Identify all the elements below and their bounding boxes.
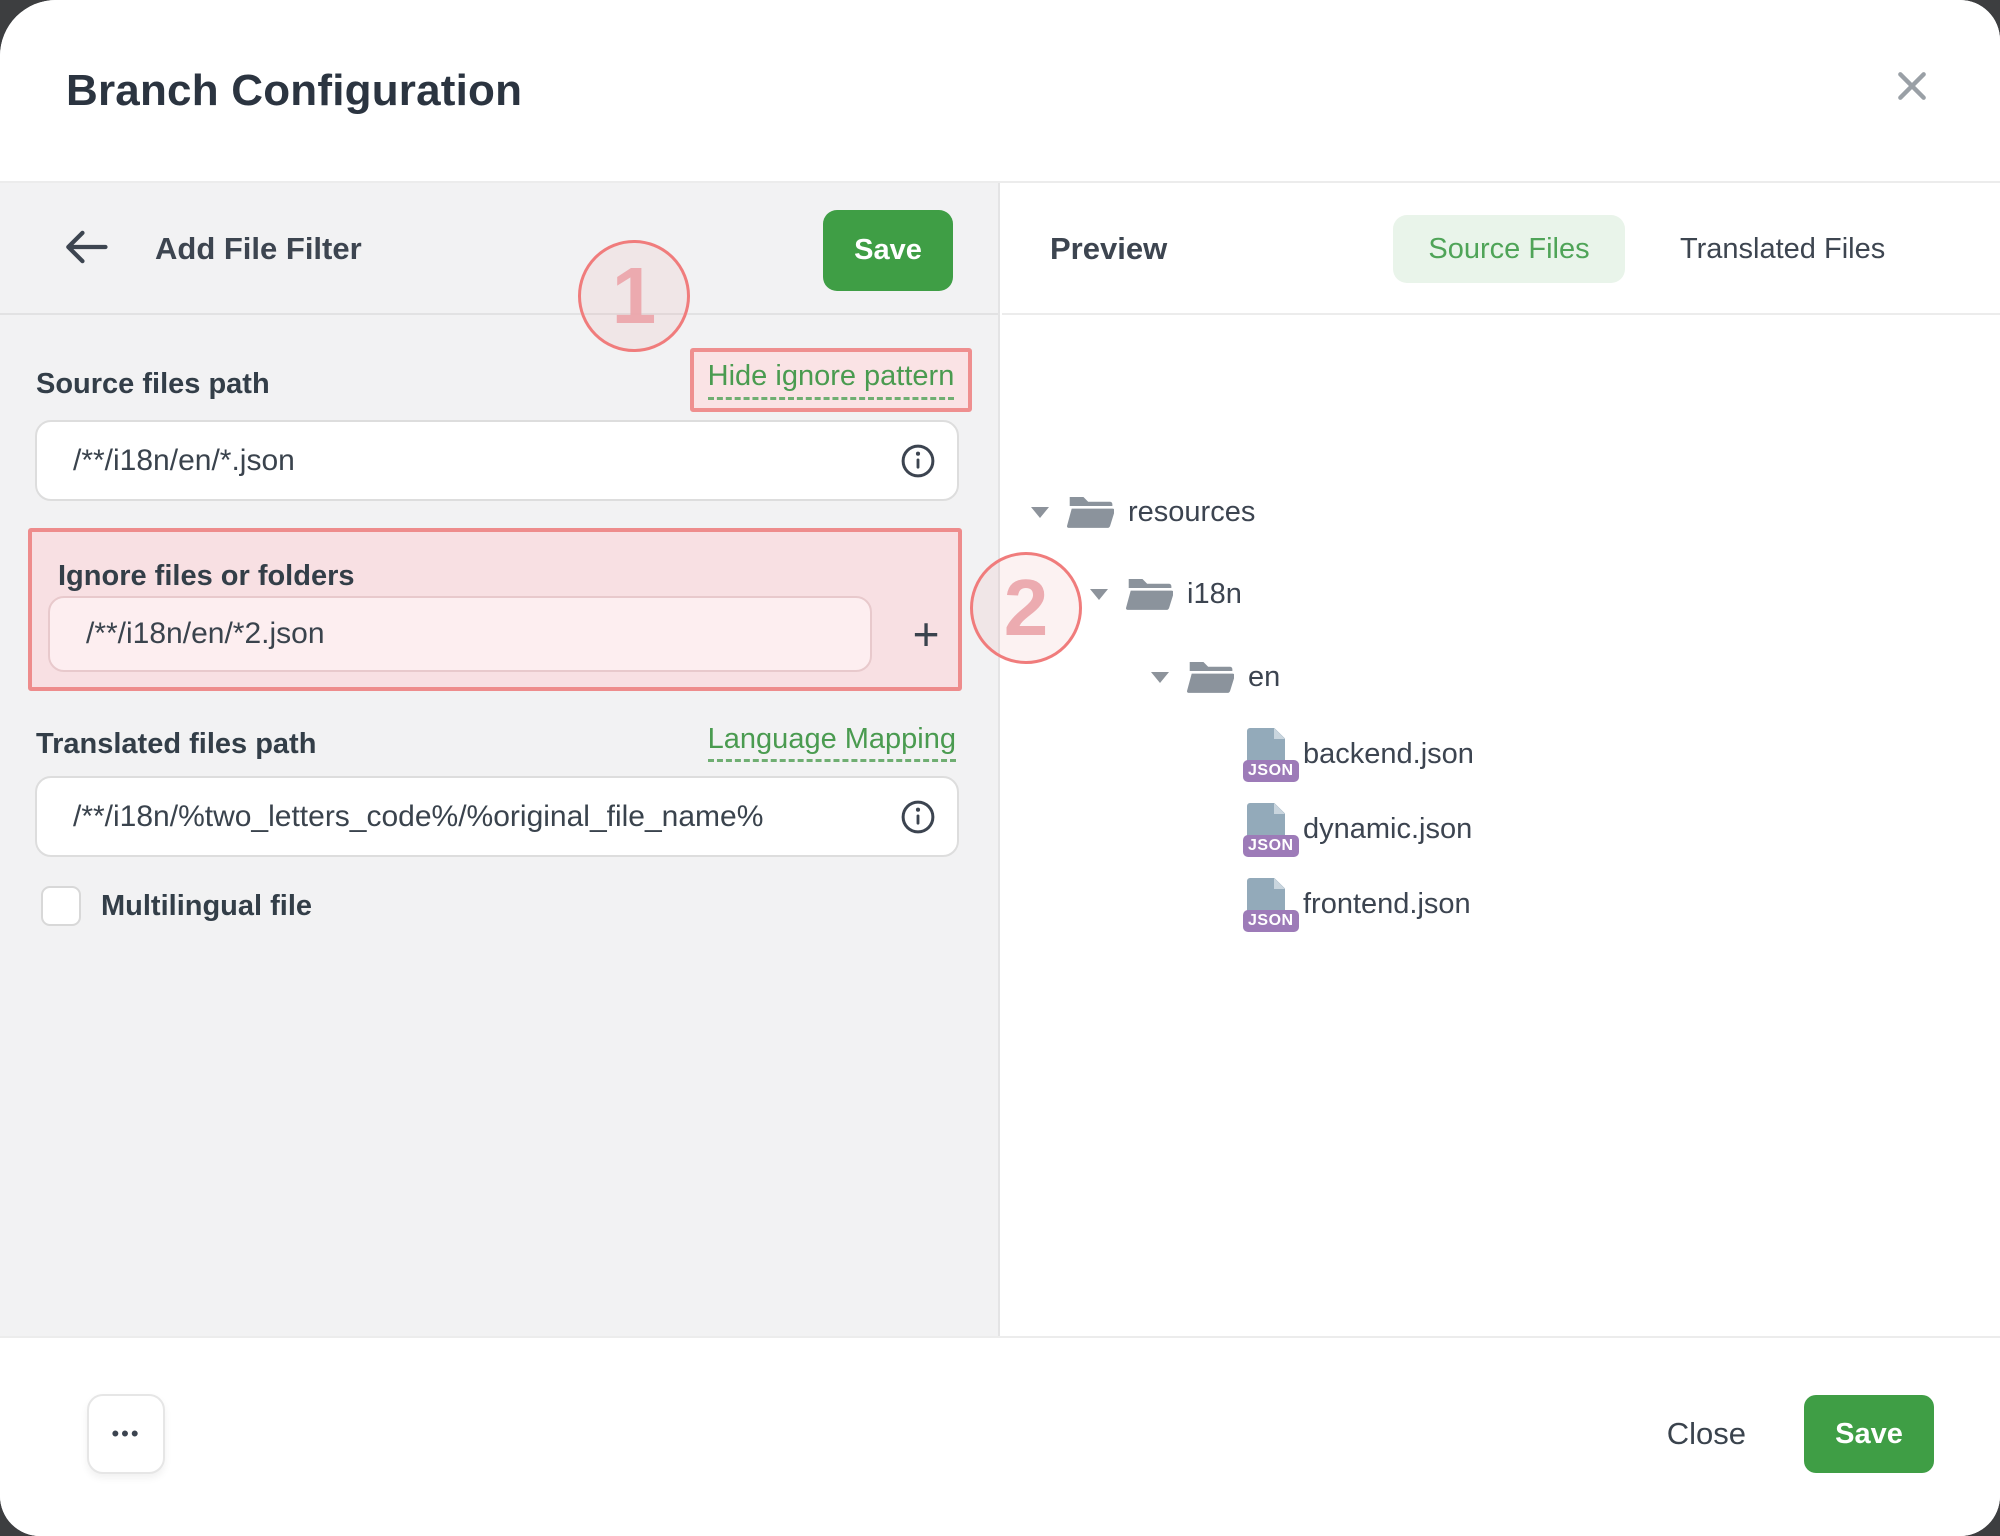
language-mapping-link[interactable]: Language Mapping (708, 723, 956, 762)
close-button[interactable] (1888, 64, 1936, 112)
json-file-icon: JSON (1243, 878, 1289, 930)
close-icon (1892, 66, 1932, 111)
filter-save-button[interactable]: Save (823, 210, 953, 291)
footer-save-button[interactable]: Save (1804, 1395, 1934, 1473)
json-badge: JSON (1243, 835, 1299, 857)
info-icon[interactable] (898, 797, 938, 837)
footer-actions: Close Save (1667, 1394, 1934, 1474)
tree-row-frontend-json[interactable]: JSON frontend.json (1002, 873, 2000, 935)
folder-icon (1187, 658, 1234, 696)
tree-item-label: backend.json (1303, 738, 1474, 771)
folder-icon (1126, 575, 1173, 613)
translated-files-path-label: Translated files path (36, 728, 316, 761)
multilingual-label: Multilingual file (101, 890, 312, 923)
caret-down-icon[interactable] (1151, 672, 1169, 683)
multilingual-checkbox[interactable] (41, 886, 81, 926)
more-options-button[interactable]: ••• (87, 1394, 165, 1474)
tab-source-files[interactable]: Source Files (1393, 215, 1625, 283)
tree-row-dynamic-json[interactable]: JSON dynamic.json (1002, 798, 2000, 860)
json-badge: JSON (1243, 760, 1299, 782)
tree-row-backend-json[interactable]: JSON backend.json (1002, 723, 2000, 785)
language-mapping-wrap: Language Mapping (708, 723, 956, 756)
multilingual-row: Multilingual file (41, 886, 312, 926)
tree-item-label: resources (1128, 496, 1255, 529)
ellipsis-icon: ••• (111, 1421, 140, 1447)
preview-header: Preview Source Files Translated Files (1002, 183, 2000, 315)
modal-title: Branch Configuration (66, 66, 522, 116)
back-button[interactable] (60, 225, 112, 273)
tree-item-label: en (1248, 661, 1280, 694)
footer-close-button[interactable]: Close (1667, 1416, 1746, 1452)
tree-item-label: i18n (1187, 578, 1242, 611)
tree-row-resources[interactable]: resources (1002, 481, 2000, 543)
tab-translated-files[interactable]: Translated Files (1670, 215, 1895, 283)
filter-panel-title: Add File Filter (155, 231, 362, 267)
tree-item-label: dynamic.json (1303, 813, 1472, 846)
json-file-icon: JSON (1243, 728, 1289, 780)
branch-configuration-modal: Branch Configuration Add File Filter Sav… (0, 0, 2000, 1536)
hide-ignore-pattern-highlight: Hide ignore pattern (690, 348, 972, 412)
filter-toolbar: Add File Filter Save (0, 183, 998, 315)
modal-footer: ••• Close Save (0, 1336, 2000, 1536)
info-icon[interactable] (898, 441, 938, 481)
arrow-left-icon (63, 227, 109, 272)
add-ignore-pattern-button[interactable]: + (894, 596, 958, 672)
ignore-pattern-input[interactable] (48, 596, 872, 672)
folder-icon (1067, 493, 1114, 531)
source-files-path-label: Source files path (36, 368, 270, 401)
caret-down-icon[interactable] (1090, 589, 1108, 600)
ignore-files-label: Ignore files or folders (58, 560, 355, 593)
tree-row-i18n[interactable]: i18n (1002, 563, 2000, 625)
json-file-icon: JSON (1243, 803, 1289, 855)
tree-item-label: frontend.json (1303, 888, 1471, 921)
hide-ignore-pattern-link[interactable]: Hide ignore pattern (708, 360, 955, 400)
tree-row-en[interactable]: en (1002, 646, 2000, 708)
caret-down-icon[interactable] (1031, 507, 1049, 518)
modal-header: Branch Configuration (0, 0, 2000, 183)
plus-icon: + (913, 607, 940, 661)
translated-files-path-input[interactable] (35, 776, 959, 857)
file-filter-panel: Add File Filter Save Source files path H… (0, 183, 1000, 1336)
source-files-path-input[interactable] (35, 420, 959, 501)
preview-title: Preview (1050, 231, 1167, 267)
json-badge: JSON (1243, 910, 1299, 932)
preview-panel: Preview Source Files Translated Files re… (1002, 183, 2000, 1336)
ignore-pattern-highlight-section: Ignore files or folders + (28, 528, 962, 691)
file-tree: resources i18n en JSON backend.json (1002, 315, 2000, 1336)
